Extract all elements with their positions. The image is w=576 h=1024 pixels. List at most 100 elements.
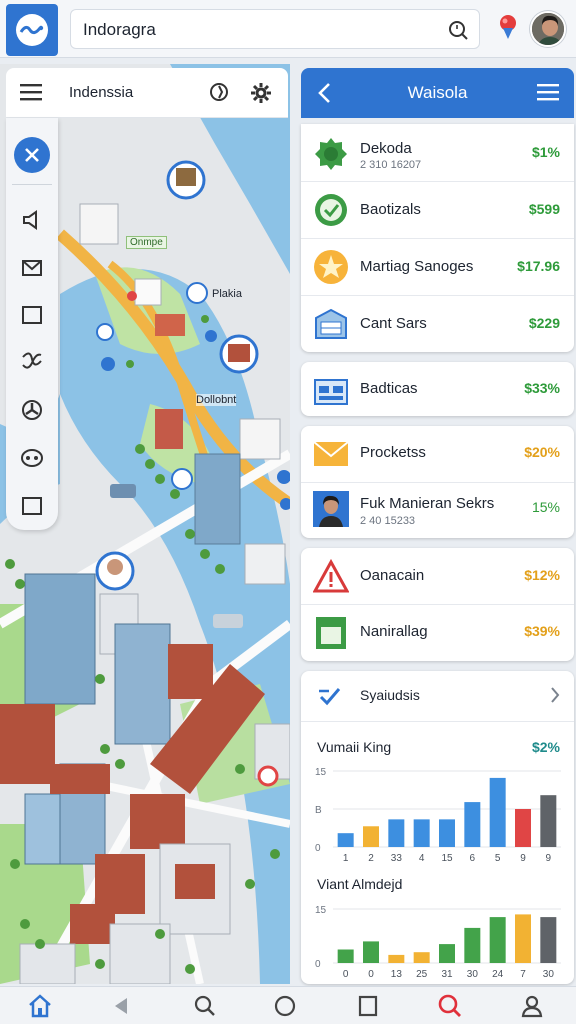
panel-title: Waisola [407, 83, 468, 102]
profile-icon[interactable] [512, 991, 552, 1021]
menu-icon[interactable] [537, 82, 559, 107]
divider [301, 721, 574, 722]
mail-icon[interactable] [6, 248, 58, 288]
circle-home-icon[interactable] [265, 991, 305, 1021]
home-icon[interactable] [20, 991, 60, 1021]
link-icon [317, 685, 343, 712]
location-icon[interactable] [209, 82, 229, 109]
chart-1-bar[interactable] [489, 777, 506, 847]
chart-2-bar[interactable] [439, 944, 455, 963]
x-tick-label: 25 [416, 969, 428, 980]
toolbar-divider [12, 184, 52, 185]
x-tick-label: 24 [492, 969, 504, 980]
chart-1[interactable]: 15 B 0 1 2 33 4 15 6 5 9 9 [301, 759, 574, 869]
chart-1-bar[interactable] [363, 826, 379, 847]
item-value: $599 [528, 201, 560, 217]
x-tick-label: 9 [520, 853, 526, 864]
chart-1-bar[interactable] [515, 809, 531, 847]
square-icon[interactable] [6, 295, 58, 335]
notification-pin-icon[interactable] [497, 13, 519, 48]
chart-2-bar[interactable] [388, 954, 405, 963]
chart-2-bar[interactable] [337, 949, 354, 964]
y-tick-label: 15 [315, 767, 327, 778]
user-avatar[interactable] [530, 11, 566, 47]
search-icon[interactable] [447, 19, 469, 46]
x-tick-label: 30 [467, 969, 479, 980]
panel-header: Waisola [301, 68, 574, 118]
chart-2-bar[interactable] [489, 917, 506, 963]
chart-1-bar[interactable] [540, 795, 557, 847]
chart-2[interactable]: 15 0 0 0 13 25 31 30 24 7 30 [301, 895, 574, 981]
app-logo[interactable] [6, 4, 58, 56]
gamepad-icon[interactable] [6, 438, 58, 478]
map-title: Indenssia [69, 84, 134, 101]
route-icon[interactable] [6, 342, 58, 382]
item-name: Oanacain [360, 567, 425, 584]
map-label[interactable]: Dollobnt [196, 394, 237, 406]
list-item[interactable]: Dekoda 2 310 16207 $1% [301, 124, 574, 181]
bottom-nav [0, 986, 576, 1024]
list-item[interactable]: Martiag Sanoges $17.96 [301, 238, 574, 295]
list-card: Badticas $33% [301, 362, 574, 416]
item-subtext: 2 310 16207 [360, 159, 422, 171]
list-item[interactable]: Fuk Manieran Sekrs 2 40 15233 15% [301, 482, 574, 538]
map-toolbar [6, 118, 58, 530]
item-value: $39% [524, 623, 560, 639]
fan-icon[interactable] [6, 390, 58, 430]
list-item[interactable]: Oanacain $12% [301, 548, 574, 604]
x-tick-label: 4 [419, 853, 425, 864]
item-name: Procketss [360, 444, 426, 461]
gear-icon[interactable] [250, 82, 272, 109]
search-red-icon[interactable] [430, 991, 470, 1021]
chevron-right-icon [550, 686, 560, 709]
chart-1-bar[interactable] [413, 819, 430, 847]
calendar-icon [313, 372, 349, 408]
close-icon [14, 137, 50, 173]
x-tick-label: 6 [470, 853, 476, 864]
list-item[interactable]: Baotizals $599 [301, 181, 574, 238]
search-bar[interactable]: Indoragra [70, 9, 480, 49]
item-value: $17.96 [517, 258, 560, 274]
chart-1-headline: $2% [531, 739, 560, 755]
envelope-icon [313, 436, 349, 472]
x-tick-label: 33 [391, 853, 403, 864]
back-icon[interactable] [101, 991, 141, 1021]
chart-1-bar[interactable] [464, 802, 481, 847]
chart-1-bar[interactable] [388, 819, 405, 847]
chart-2-title: Viant Almdejd [317, 876, 403, 892]
list-card: Procketss $20% Fuk Manieran Sekrs 2 40 1… [301, 426, 574, 538]
search-icon[interactable] [185, 991, 225, 1021]
map-label[interactable]: Plakia [212, 288, 242, 300]
item-name: Martiag Sanoges [360, 258, 474, 275]
analytics-link[interactable]: Syaiudsis [301, 671, 574, 721]
y-tick-label: B [315, 805, 322, 816]
list-item[interactable]: Cant Sars $229 [301, 295, 574, 352]
list-item[interactable]: Nanirallag $39% [301, 604, 574, 661]
speaker-icon[interactable] [6, 200, 58, 240]
close-button[interactable] [6, 135, 58, 175]
chart-1-bar[interactable] [439, 819, 455, 847]
x-tick-label: 15 [441, 853, 453, 864]
chart-1-bar[interactable] [337, 833, 354, 847]
y-tick-label: 15 [315, 905, 327, 916]
recents-icon[interactable] [348, 991, 388, 1021]
chart-2-bar[interactable] [464, 927, 481, 963]
chart-2-bar[interactable] [363, 941, 379, 963]
x-tick-label: 1 [343, 853, 349, 864]
chart-2-bar[interactable] [540, 917, 557, 963]
x-tick-label: 0 [343, 969, 349, 980]
item-value: $12% [524, 567, 560, 583]
chart-2-bar[interactable] [413, 952, 430, 963]
x-tick-label: 13 [391, 969, 403, 980]
logo-mark-icon [16, 14, 48, 46]
list-item[interactable]: Badticas $33% [301, 362, 574, 416]
chart-2-bar[interactable] [515, 914, 531, 963]
item-name: Baotizals [360, 201, 421, 218]
hamburger-menu-icon[interactable] [20, 82, 42, 107]
chart-1-title: Vumaii King [317, 739, 392, 755]
list-card: Oanacain $12% Nanirallag $39% [301, 548, 574, 661]
list-item[interactable]: Procketss $20% [301, 426, 574, 480]
checkbox-icon[interactable] [6, 486, 58, 526]
map-label[interactable]: Onmpe [126, 236, 167, 249]
search-input[interactable]: Indoragra [83, 20, 156, 40]
